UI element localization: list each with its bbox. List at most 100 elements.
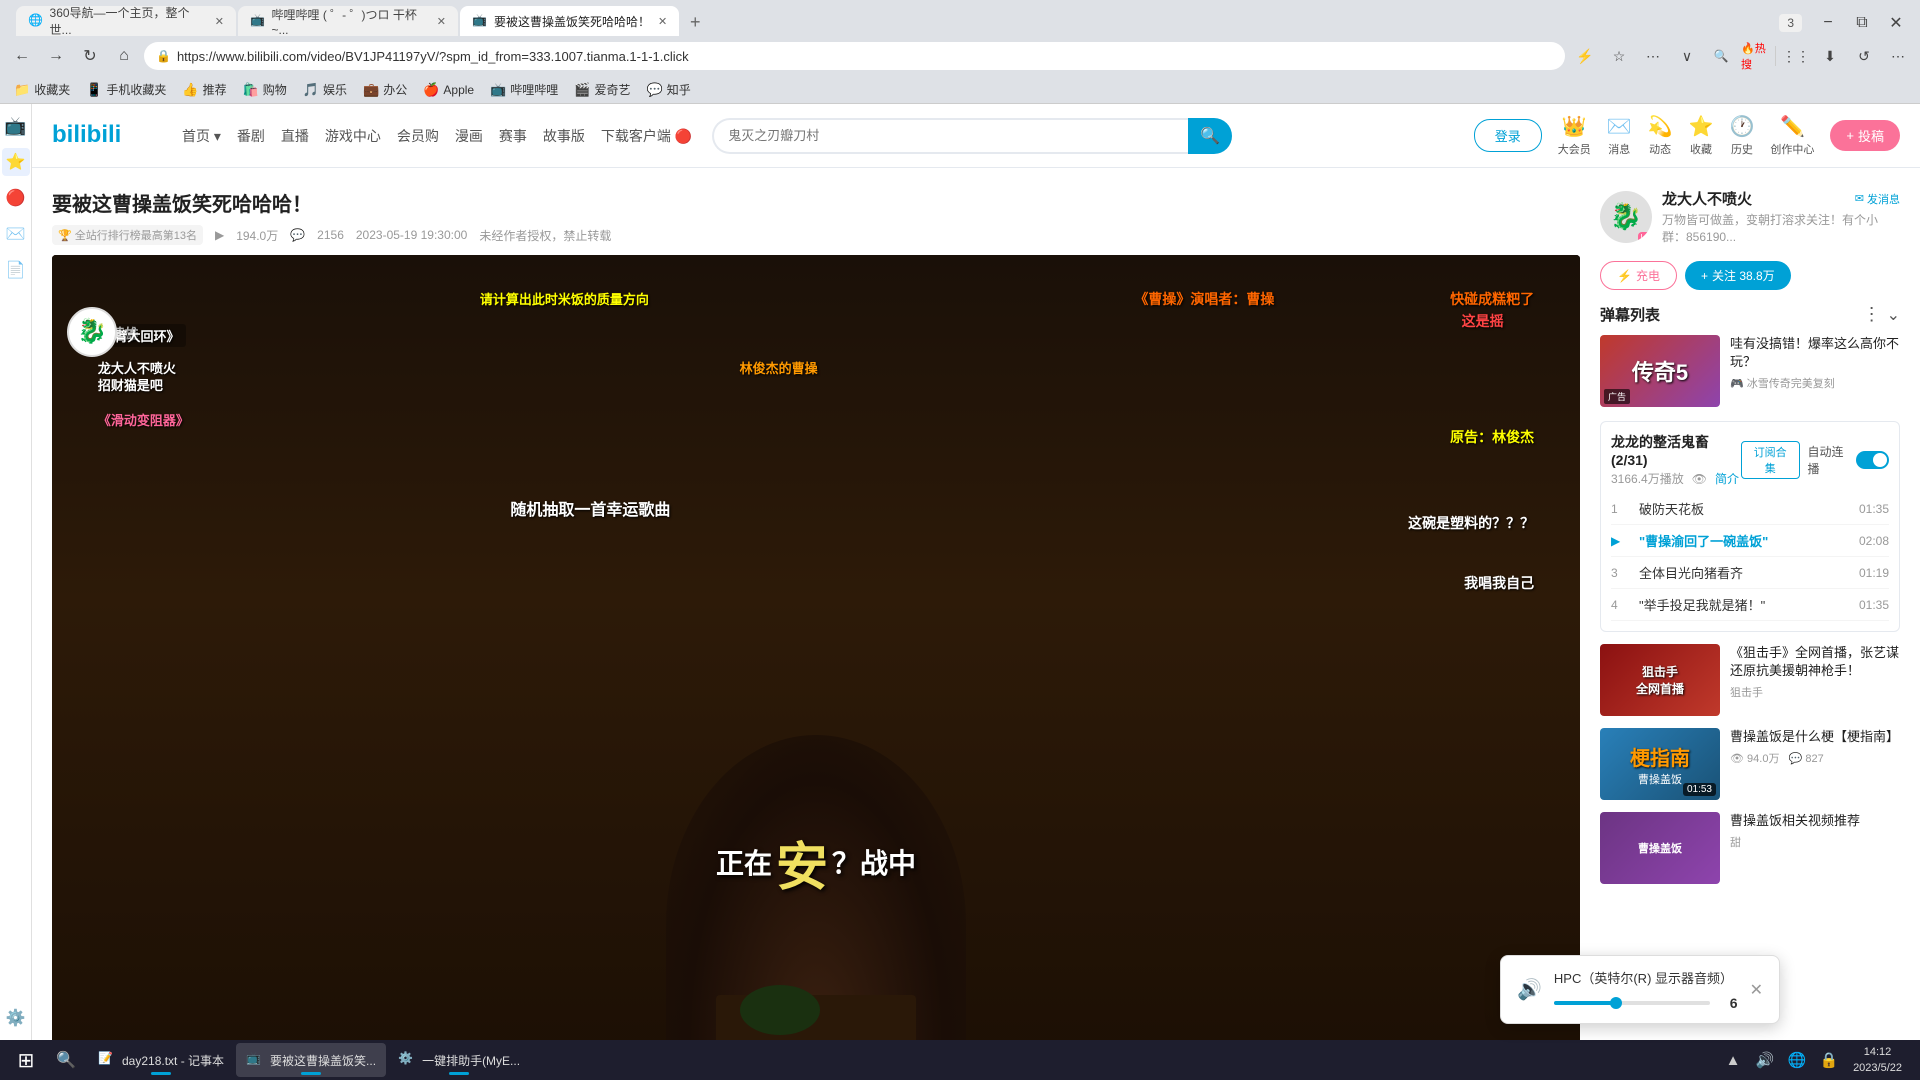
nav-events[interactable]: 赛事	[499, 126, 527, 146]
charge-button[interactable]: ⚡ 充电	[1600, 261, 1677, 290]
history-redo-icon[interactable]: ↺	[1850, 42, 1878, 70]
follow-button[interactable]: + 关注 38.8万	[1685, 261, 1791, 290]
volume-popup-close[interactable]: ✕	[1750, 980, 1763, 1000]
start-button[interactable]: ⊞	[4, 1044, 48, 1076]
apps-grid-icon[interactable]: ⋮⋮	[1782, 42, 1810, 70]
upload-button[interactable]: + 投稿	[1830, 120, 1900, 151]
sidebar-doc-icon[interactable]: 📄	[2, 256, 30, 284]
download-icon[interactable]: ⬇	[1816, 42, 1844, 70]
reload-button[interactable]: ↻	[76, 42, 104, 70]
nav-game-center[interactable]: 游戏中心	[325, 126, 381, 146]
new-tab-button[interactable]: +	[681, 8, 709, 36]
hot-trending-icon[interactable]: 🔥热搜	[1741, 42, 1769, 70]
rec-video-2[interactable]: 梗指南 曹操盖饭 01:53 曹操盖饭是什么梗【梗指南】 👁 94.0万 💬 8…	[1600, 728, 1900, 800]
extensions-icon[interactable]: ⋯	[1639, 42, 1667, 70]
autoplay-toggle[interactable]	[1856, 451, 1889, 469]
volume-slider-thumb[interactable]	[1610, 997, 1622, 1009]
sidebar-weibo-icon[interactable]: 🔴	[2, 184, 30, 212]
playlist-item-2[interactable]: 3 全体目光向猪看齐 01:19	[1611, 557, 1889, 589]
nav-storyboard[interactable]: 故事版	[543, 126, 585, 146]
notepad-icon: 📝	[98, 1051, 116, 1069]
bookmark-favorites[interactable]: 📁 收藏夹	[8, 79, 76, 100]
tab-1[interactable]: 🌐 360导航—一个主页，整个世... ✕	[16, 6, 236, 36]
volume-slider[interactable]	[1554, 1001, 1710, 1005]
rec-title-3: 曹操盖饭相关视频推荐	[1730, 812, 1900, 830]
menu-icon[interactable]: ⋯	[1884, 42, 1912, 70]
home-button[interactable]: ⌂	[110, 42, 138, 70]
nav-member-shop[interactable]: 会员购	[397, 126, 439, 146]
send-message-button[interactable]: ✉ 发消息	[1855, 191, 1900, 207]
nav-download[interactable]: 下载客户端 🔴	[601, 126, 692, 146]
tray-lock-icon[interactable]: 🔒	[1815, 1046, 1843, 1074]
dynamics-icon[interactable]: 💫动态	[1648, 114, 1673, 157]
danmaku-collapse-icon[interactable]: ⌄	[1887, 305, 1900, 325]
login-button[interactable]: 登录	[1474, 119, 1542, 152]
premium-icon[interactable]: 👑大会员	[1558, 114, 1591, 157]
close-button[interactable]: ✕	[1880, 10, 1912, 36]
search-button[interactable]: 🔍	[1188, 118, 1232, 154]
rec-thumb-video[interactable]: 传奇5 广告 哇有没搞错！爆率这么高你不玩？ 🎮 冰雪传奇完美复刻	[1600, 335, 1900, 407]
favorites-header-icon[interactable]: ⭐收藏	[1689, 114, 1714, 157]
tray-network-icon[interactable]: 🌐	[1783, 1046, 1811, 1074]
playlist-desc-link[interactable]: 简介	[1715, 470, 1739, 487]
tab-3-label: 要被这曹操盖饭笑死哈哈哈！	[494, 13, 650, 30]
sidebar-star-icon[interactable]: ⭐	[2, 148, 30, 176]
tray-arrow-icon[interactable]: ▲	[1719, 1046, 1747, 1074]
forward-button[interactable]: →	[42, 42, 70, 70]
restore-button[interactable]: ⧉	[1846, 10, 1878, 36]
sidebar-mail-icon[interactable]: ✉️	[2, 220, 30, 248]
sidebar-bilibili-icon[interactable]: 📺	[2, 112, 30, 140]
rec-video-1[interactable]: 狙击手全网首播 《狙击手》全网首播，张艺谋还原抗美援朝神枪手！ 狙击手	[1600, 644, 1900, 716]
tray-clock[interactable]: 14:12 2023/5/22	[1847, 1044, 1908, 1077]
bookmark-bilibili[interactable]: 📺 哔哩哔哩	[484, 79, 564, 100]
minimize-button[interactable]: −	[1812, 10, 1844, 36]
message-icon[interactable]: ✉️消息	[1607, 114, 1632, 157]
browser-content: 📺 ⭐ 🔴 ✉️ 📄 ⚙️ bilibili 首页 ▾ 番剧 直播 游戏中心 会…	[0, 104, 1920, 1040]
tab-1-close[interactable]: ✕	[215, 15, 224, 28]
volume-value: 6	[1718, 995, 1738, 1011]
playlist-item-3[interactable]: 4 "举手投足我就是猪！" 01:35	[1611, 589, 1889, 621]
search-input[interactable]	[712, 118, 1188, 154]
volume-slider-fill	[1554, 1001, 1616, 1005]
taskbar-search-icon[interactable]: 🔍	[48, 1044, 84, 1076]
url-text: https://www.bilibili.com/video/BV1JP4119…	[177, 49, 689, 64]
nav-series[interactable]: 番剧	[237, 126, 265, 146]
tray-volume-icon[interactable]: 🔊	[1751, 1046, 1779, 1074]
nav-live[interactable]: 直播	[281, 126, 309, 146]
taskbar-item-tool[interactable]: ⚙️ 一键排助手(MyE...	[388, 1043, 530, 1077]
history-icon[interactable]: 🕐历史	[1729, 114, 1754, 157]
bookmark-mobile[interactable]: 📱 手机收藏夹	[80, 79, 172, 100]
rec-info-2: 曹操盖饭是什么梗【梗指南】 👁 94.0万 💬 827	[1730, 728, 1900, 800]
taskbar-item-notepad[interactable]: 📝 day218.txt - 记事本	[88, 1043, 234, 1077]
playlist-item-1[interactable]: ▶ "曹操渝回了一碗盖饭" 02:08	[1611, 525, 1889, 557]
bookmark-apple[interactable]: 🍎 Apple	[417, 80, 480, 100]
collections-icon[interactable]: ∨	[1673, 42, 1701, 70]
danmaku-more-icon[interactable]: ⋮	[1863, 304, 1881, 325]
tab-3[interactable]: 📺 要被这曹操盖饭笑死哈哈哈！ ✕	[460, 6, 679, 36]
sidebar-settings-icon[interactable]: ⚙️	[2, 1004, 30, 1032]
creator-center-icon[interactable]: ✏️创作中心	[1770, 114, 1814, 157]
power-icon[interactable]: ⚡	[1571, 42, 1599, 70]
playlist-item-0[interactable]: 1 破防天花板 01:35	[1611, 493, 1889, 525]
bookmark-entertainment[interactable]: 🎵 娱乐	[297, 79, 353, 100]
bookmark-shop[interactable]: 🛍️ 购物	[237, 79, 293, 100]
nav-manga[interactable]: 漫画	[455, 126, 483, 146]
bookmark-iqiyi[interactable]: 🎬 爱奇艺	[568, 79, 636, 100]
bookmark-office[interactable]: 💼 办公	[357, 79, 413, 100]
tab-2-close[interactable]: ✕	[437, 15, 446, 28]
bookmark-recommend[interactable]: 👍 推荐	[176, 79, 232, 100]
subscribe-button[interactable]: 订阅合集	[1741, 441, 1800, 479]
video-player[interactable]: 不是英雄 《单臂大回环》 请计算出此时米饭的质量方向 《曹操》演唱者：曹操 快碰…	[52, 255, 1580, 1040]
rec-video-3[interactable]: 曹操盖饭 曹操盖饭相关视频推荐 甜	[1600, 812, 1900, 884]
tab-3-close[interactable]: ✕	[658, 15, 667, 28]
bilibili-logo[interactable]: bilibili	[52, 116, 162, 155]
back-button[interactable]: ←	[8, 42, 36, 70]
bookmark-zhihu[interactable]: 💬 知乎	[641, 79, 697, 100]
tab-2[interactable]: 📺 哔哩哔哩 ( ゜- ゜)つロ 干杯~... ✕	[238, 6, 458, 36]
nav-home[interactable]: 首页 ▾	[182, 126, 221, 146]
taskbar-item-bilibili[interactable]: 📺 要被这曹操盖饭笑...	[236, 1043, 386, 1077]
bookmark-star-icon[interactable]: ☆	[1605, 42, 1633, 70]
search-icon[interactable]: 🔍	[1707, 42, 1735, 70]
ranking-tag[interactable]: 🏆 全站行排行榜最高第13名	[52, 225, 203, 245]
address-input[interactable]: 🔒 https://www.bilibili.com/video/BV1JP41…	[144, 42, 1565, 70]
